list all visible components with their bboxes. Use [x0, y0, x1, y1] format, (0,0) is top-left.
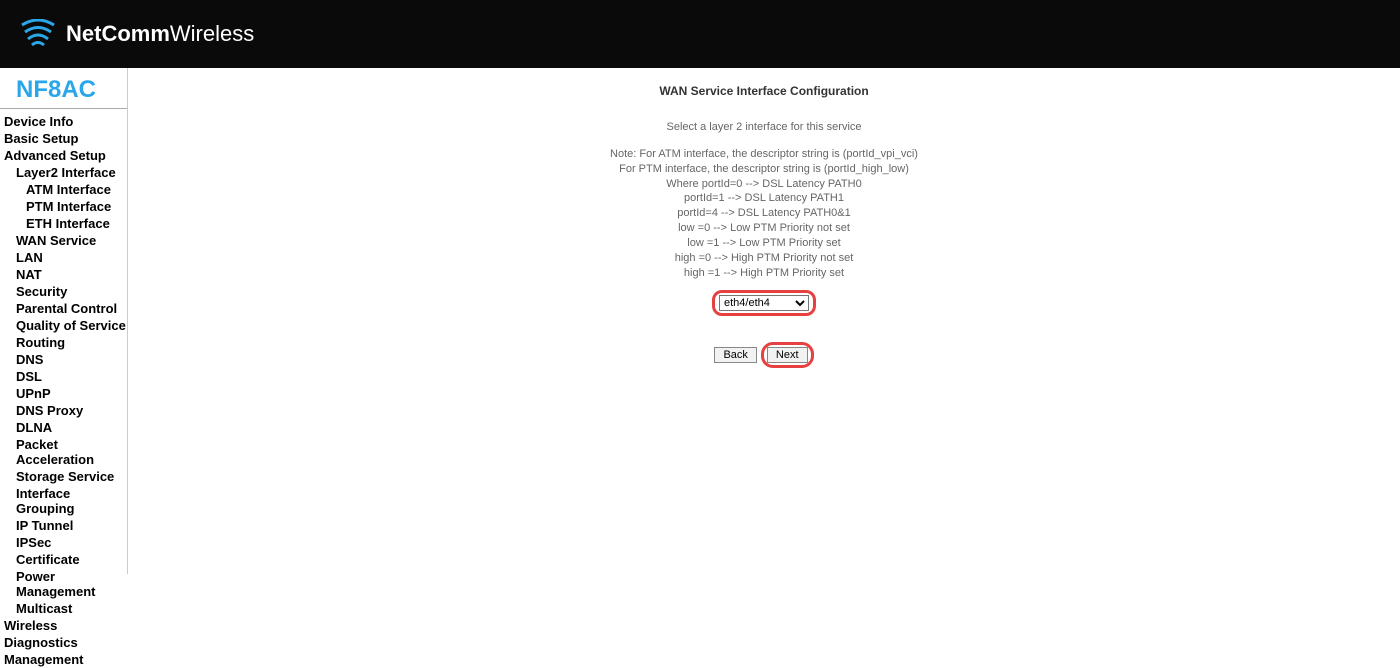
select-instruction: Select a layer 2 interface for this serv…: [128, 120, 1400, 135]
nav-ptm[interactable]: PTM Interface: [4, 198, 127, 215]
next-button[interactable]: Next: [767, 347, 808, 363]
nav-ifgroup[interactable]: Interface Grouping: [4, 485, 127, 517]
nav-ipsec[interactable]: IPSec: [4, 534, 127, 551]
interface-select[interactable]: eth4/eth4: [719, 295, 809, 311]
nav-dlna[interactable]: DLNA: [4, 419, 127, 436]
nav-lan[interactable]: LAN: [4, 249, 127, 266]
nav-upnp[interactable]: UPnP: [4, 385, 127, 402]
next-button-highlight: Next: [761, 342, 814, 368]
nav-nat[interactable]: NAT: [4, 266, 127, 283]
nav-wan[interactable]: WAN Service: [4, 232, 127, 249]
header: NetCommWireless: [0, 0, 1400, 68]
nav-device-info[interactable]: Device Info: [4, 113, 127, 130]
nav-security[interactable]: Security: [4, 283, 127, 300]
note-line: portId=1 --> DSL Latency PATH1: [128, 191, 1400, 206]
nav-qos[interactable]: Quality of Service: [4, 317, 127, 334]
nav-advanced-setup[interactable]: Advanced Setup: [4, 147, 127, 164]
nav-dnsproxy[interactable]: DNS Proxy: [4, 402, 127, 419]
nav-parental[interactable]: Parental Control: [4, 300, 127, 317]
note-line: high =1 --> High PTM Priority set: [128, 266, 1400, 281]
note-line: Where portId=0 --> DSL Latency PATH0: [128, 177, 1400, 192]
main-content: WAN Service Interface Configuration Sele…: [128, 68, 1400, 574]
note-line: low =1 --> Low PTM Priority set: [128, 236, 1400, 251]
note-line: portId=4 --> DSL Latency PATH0&1: [128, 206, 1400, 221]
wifi-arc-icon: [20, 19, 56, 49]
nav-multicast[interactable]: Multicast: [4, 600, 127, 617]
note-line: Note: For ATM interface, the descriptor …: [128, 147, 1400, 162]
nav-atm[interactable]: ATM Interface: [4, 181, 127, 198]
nav-dns[interactable]: DNS: [4, 351, 127, 368]
nav-layer2[interactable]: Layer2 Interface: [4, 164, 127, 181]
nav-storage[interactable]: Storage Service: [4, 468, 127, 485]
interface-select-highlight: eth4/eth4: [712, 290, 816, 316]
nav-cert[interactable]: Certificate: [4, 551, 127, 568]
nav-basic-setup[interactable]: Basic Setup: [4, 130, 127, 147]
nav-diagnostics[interactable]: Diagnostics: [4, 634, 127, 651]
nav: Device Info Basic Setup Advanced Setup L…: [0, 109, 127, 668]
nav-eth[interactable]: ETH Interface: [4, 215, 127, 232]
sidebar: NF8AC Device Info Basic Setup Advanced S…: [0, 68, 128, 574]
nav-management[interactable]: Management: [4, 651, 127, 668]
note-line: high =0 --> High PTM Priority not set: [128, 251, 1400, 266]
model-label: NF8AC: [0, 68, 127, 109]
brand-text: NetCommWireless: [66, 21, 254, 47]
nav-dsl[interactable]: DSL: [4, 368, 127, 385]
nav-packet[interactable]: Packet Acceleration: [4, 436, 127, 468]
note-line: For PTM interface, the descriptor string…: [128, 162, 1400, 177]
button-row: Back Next: [714, 342, 813, 368]
nav-power[interactable]: Power Management: [4, 568, 127, 600]
nav-routing[interactable]: Routing: [4, 334, 127, 351]
brand-logo: NetCommWireless: [20, 19, 254, 49]
page-title: WAN Service Interface Configuration: [128, 84, 1400, 98]
note-line: low =0 --> Low PTM Priority not set: [128, 221, 1400, 236]
back-button[interactable]: Back: [714, 347, 756, 363]
nav-wireless[interactable]: Wireless: [4, 617, 127, 634]
nav-iptunnel[interactable]: IP Tunnel: [4, 517, 127, 534]
